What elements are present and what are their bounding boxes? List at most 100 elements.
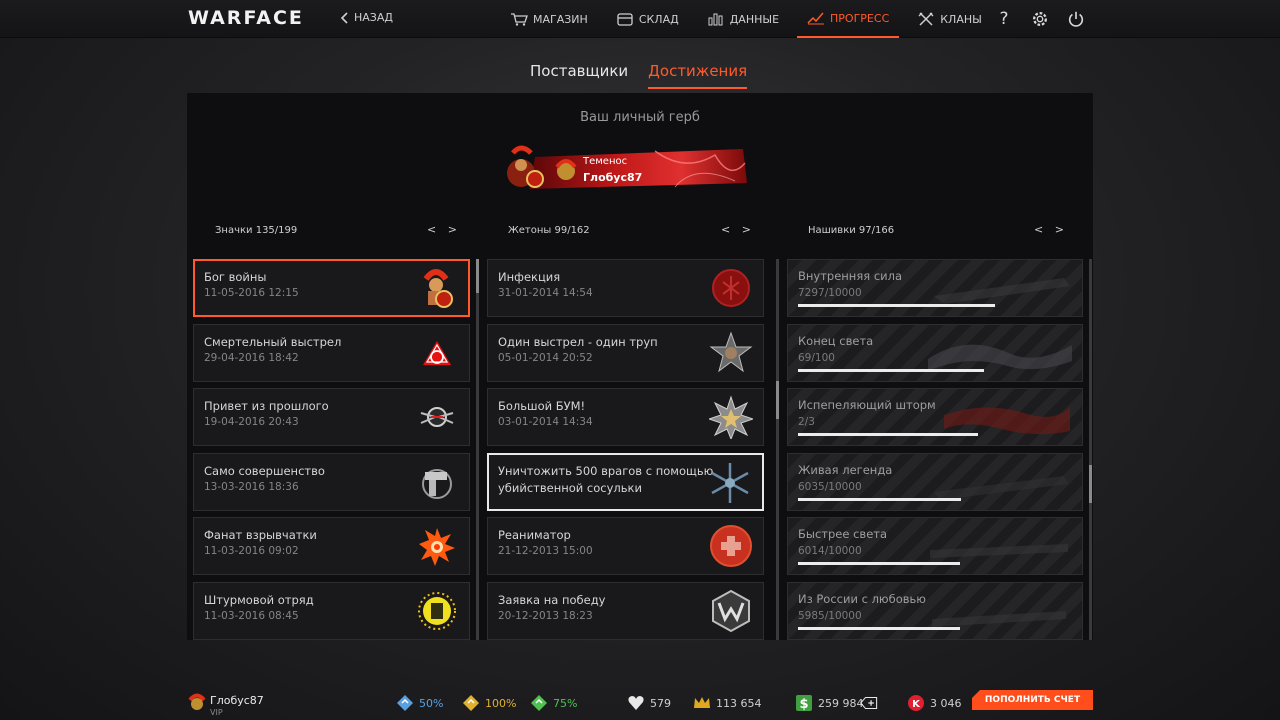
badge-item[interactable]: Само совершенство 13-03-2016 18:36 bbox=[193, 452, 470, 511]
stripe-item[interactable]: Испепеляющий шторм 2/3 bbox=[787, 388, 1083, 446]
power-icon[interactable] bbox=[1066, 9, 1086, 29]
badge-name: Смертельный выстрел bbox=[204, 334, 342, 349]
nav-storage[interactable]: СКЛАД bbox=[606, 0, 689, 38]
gear-icon[interactable] bbox=[1030, 9, 1050, 29]
tokens-page-arrows[interactable]: < > bbox=[721, 223, 755, 236]
nav-clans[interactable]: КЛАНЫ bbox=[907, 0, 992, 38]
badges-scrollbar[interactable] bbox=[476, 259, 479, 640]
rank-points-value: 579 bbox=[650, 696, 671, 710]
badge-name: Штурмовой отряд bbox=[204, 592, 314, 607]
cart-icon bbox=[511, 13, 528, 26]
badge-date: 11-03-2016 08:45 bbox=[204, 609, 299, 622]
token-date: 31-01-2014 14:54 bbox=[498, 287, 593, 299]
token-item[interactable]: Реаниматор 21-12-2013 15:00 bbox=[487, 517, 764, 575]
stripes-list: Внутренняя сила 7297/10000 Конец света 6… bbox=[787, 259, 1083, 640]
crowns-value: 113 654 bbox=[716, 696, 762, 710]
nav-progress[interactable]: ПРОГРЕСС bbox=[797, 0, 900, 38]
top-up-button[interactable]: ПОПОЛНИТЬ СЧЕТ bbox=[972, 690, 1093, 710]
badge-item[interactable]: Фанат взрывчатки 11-03-2016 09:02 bbox=[193, 517, 470, 575]
w-medal-icon bbox=[712, 589, 750, 632]
stripe-progress-bar bbox=[798, 304, 995, 307]
help-icon[interactable]: ? bbox=[994, 9, 1014, 29]
money-value: 259 984 bbox=[818, 696, 864, 710]
clans-icon bbox=[918, 12, 934, 26]
stripes-page-arrows[interactable]: < > bbox=[1034, 223, 1068, 236]
top-right-icons: ? bbox=[994, 9, 1086, 29]
stripe-name: Из России с любовью bbox=[798, 591, 926, 606]
top-bar: WARFACE НАЗАД МАГАЗИН СКЛАД ДАННЫЕ ПРОГР… bbox=[0, 0, 1280, 38]
stripe-name: Внутренняя сила bbox=[798, 269, 903, 283]
stripe-item[interactable]: Внутренняя сила 7297/10000 bbox=[787, 259, 1083, 317]
crowns: 113 654 bbox=[693, 694, 762, 712]
stripe-progress-bar bbox=[798, 562, 960, 565]
wing-emblem-icon bbox=[420, 407, 454, 427]
emblem-title: Ваш личный герб bbox=[580, 110, 700, 125]
star-medal-icon bbox=[709, 395, 753, 439]
stripe-progress-bar bbox=[798, 497, 961, 501]
stripe-item[interactable]: Конец света 69/100 bbox=[787, 323, 1083, 382]
stripe-progress-bar bbox=[798, 626, 960, 630]
stripes-header: Нашивки 97/166 bbox=[808, 225, 895, 236]
stripe-progress-text: 6035/10000 bbox=[798, 480, 862, 493]
badges-page-arrows[interactable]: < > bbox=[427, 223, 461, 236]
badge-item[interactable]: Привет из прошлого 19-04-2016 20:43 bbox=[193, 388, 470, 446]
badges-scroll-thumb[interactable] bbox=[476, 259, 479, 293]
nav-stats-label: ДАННЫЕ bbox=[729, 12, 780, 26]
pistol-icon bbox=[422, 468, 452, 499]
money-boost-value: 100% bbox=[485, 696, 517, 710]
storage-icon bbox=[617, 13, 633, 26]
nav-stats[interactable]: ДАННЫЕ bbox=[697, 0, 789, 38]
tab-suppliers[interactable]: Поставщики bbox=[530, 62, 628, 89]
stripe-item[interactable]: Быстрее света 6014/10000 bbox=[787, 517, 1083, 575]
token-date: 05-01-2014 20:52 bbox=[498, 351, 593, 364]
nav-shop[interactable]: МАГАЗИН bbox=[500, 0, 598, 38]
player-rank-icon bbox=[188, 693, 206, 710]
badge-item[interactable]: Смертельный выстрел 29-04-2016 18:42 bbox=[193, 323, 470, 382]
kredit-icon: K bbox=[908, 695, 924, 711]
token-item[interactable]: Один выстрел - один труп 05-01-2014 20:5… bbox=[487, 323, 764, 382]
achievements-panel: Ваш личный герб Теменос Глобус87 Значки … bbox=[187, 93, 1093, 640]
badge-name: Привет из прошлого bbox=[204, 399, 329, 413]
stripe-item[interactable]: Живая легенда 6035/10000 bbox=[787, 452, 1083, 511]
badge-item[interactable]: Бог войны 11-05-2016 12:15 bbox=[193, 259, 470, 317]
vp-boost-icon bbox=[531, 695, 547, 711]
exp-boost-icon bbox=[397, 695, 413, 711]
add-money[interactable] bbox=[860, 694, 878, 712]
token-name: Инфекция bbox=[498, 270, 561, 284]
heart-rank-icon bbox=[628, 696, 644, 710]
token-name: Один выстрел - один труп bbox=[498, 334, 658, 349]
kredits: K 3 046 bbox=[907, 694, 962, 712]
stats-icon bbox=[708, 13, 723, 26]
emblem-badge-name: Теменос bbox=[583, 156, 628, 167]
triangle-target-icon bbox=[423, 340, 451, 365]
vp-boost: 75% bbox=[530, 694, 577, 712]
stripe-item[interactable]: Из России с любовью 5985/10000 bbox=[787, 581, 1083, 640]
stripes-scrollbar[interactable] bbox=[1089, 259, 1092, 640]
stripe-name: Живая легенда bbox=[798, 462, 893, 477]
badge-name: Фанат взрывчатки bbox=[204, 528, 317, 542]
personal-emblem-image[interactable] bbox=[505, 143, 747, 195]
badges-header: Значки 135/199 bbox=[215, 225, 298, 236]
stripe-progress-bar bbox=[798, 368, 984, 372]
assault-icon bbox=[418, 591, 456, 630]
token-item[interactable]: Заявка на победу 20-12-2013 18:23 bbox=[487, 581, 764, 640]
token-item[interactable]: Большой БУМ! 03-01-2014 14:34 bbox=[487, 388, 764, 446]
token-item[interactable]: Уничтожить 500 врагов с помощью убийстве… bbox=[487, 452, 764, 511]
tokens-scroll-thumb[interactable] bbox=[776, 381, 779, 419]
nav-storage-label: СКЛАД bbox=[638, 12, 679, 26]
add-icon[interactable] bbox=[860, 694, 878, 712]
stripe-progress-text: 2/3 bbox=[798, 416, 815, 428]
tokens-scrollbar[interactable] bbox=[776, 259, 779, 640]
kredits-value: 3 046 bbox=[930, 696, 962, 710]
explosion-icon bbox=[419, 528, 455, 566]
badge-name: Бог войны bbox=[204, 270, 267, 284]
main-nav: МАГАЗИН СКЛАД ДАННЫЕ ПРОГРЕСС КЛАНЫ bbox=[500, 0, 1000, 38]
tab-achievements[interactable]: Достижения bbox=[648, 62, 748, 89]
nav-clans-label: КЛАНЫ bbox=[940, 12, 982, 26]
back-button[interactable]: НАЗАД bbox=[340, 11, 393, 24]
token-date: 20-12-2013 18:23 bbox=[498, 609, 593, 622]
progress-subtabs: Поставщики Достижения bbox=[530, 62, 748, 89]
token-item[interactable]: Инфекция 31-01-2014 14:54 bbox=[487, 259, 764, 317]
stripes-scroll-thumb[interactable] bbox=[1089, 465, 1092, 503]
badge-item[interactable]: Штурмовой отряд 11-03-2016 08:45 bbox=[193, 581, 470, 640]
